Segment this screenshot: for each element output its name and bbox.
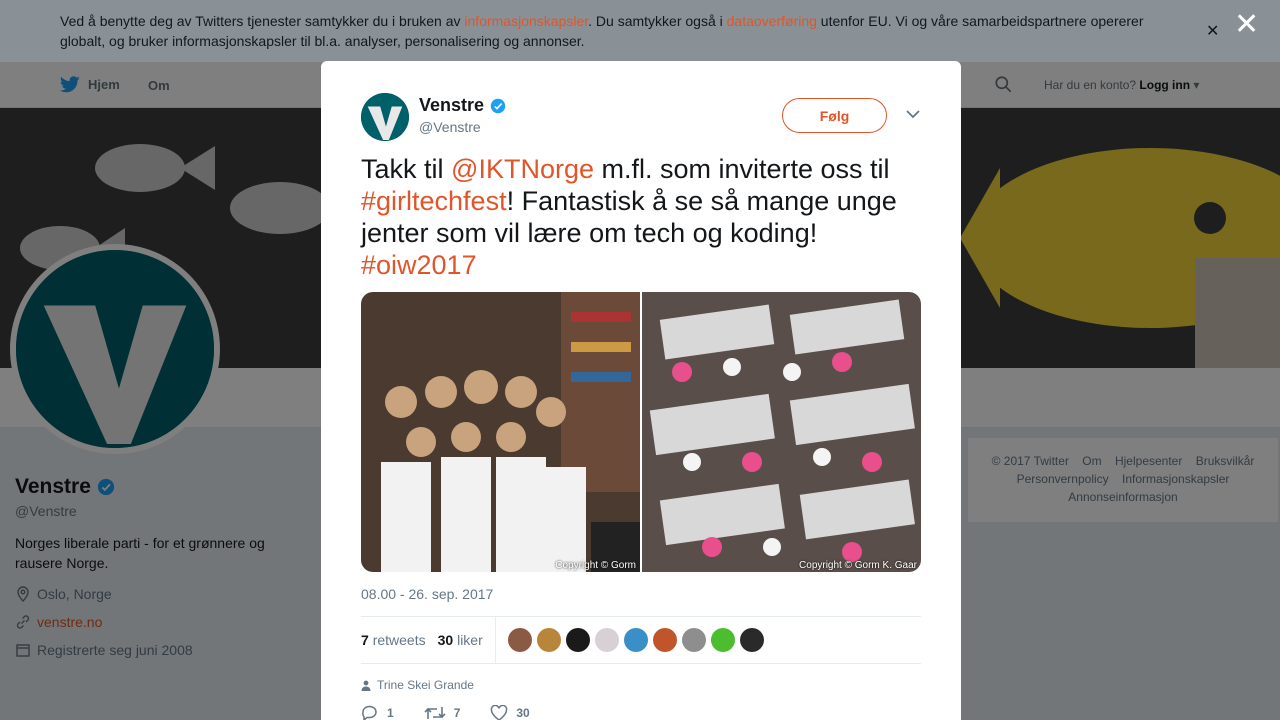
cookie-text-part: . Du samtykker også i (588, 13, 727, 29)
retweet-icon (424, 707, 446, 719)
tweet-author-avatar[interactable] (361, 93, 409, 141)
photo-copyright: Copyright © Gorm (555, 560, 636, 571)
retweet-count-label: retweets (372, 632, 426, 648)
retweet-count-stat[interactable]: 7 retweets (361, 632, 426, 648)
tweet-author-handle: @Venstre (419, 119, 481, 135)
liker-avatar[interactable] (681, 628, 706, 652)
follow-button[interactable]: Følg (782, 98, 887, 133)
cookie-text: Ved å benytte deg av Twitters tjenester … (60, 11, 1160, 51)
classroom-photo-image (642, 292, 921, 572)
cookie-link-cookies[interactable]: informasjonskapsler (464, 13, 588, 29)
tweet-stats: 7 retweets 30 liker (361, 616, 921, 664)
venstre-logo-icon (361, 93, 409, 141)
liker-avatar[interactable] (739, 628, 764, 652)
person-icon (361, 680, 371, 691)
tweet-photo-1[interactable]: Copyright © Gorm (361, 292, 640, 572)
reply-icon (362, 705, 377, 720)
like-action-count: 30 (516, 706, 530, 720)
tweet-text: Takk til @IKTNorge m.fl. som inviterte o… (361, 153, 931, 281)
like-count-stat[interactable]: 30 liker (438, 632, 483, 648)
group-photo-image (361, 292, 640, 572)
retweet-action-count: 7 (453, 706, 461, 720)
liker-avatar[interactable] (652, 628, 677, 652)
hashtag-link[interactable]: #oiw2017 (361, 250, 477, 280)
liker-avatar[interactable] (623, 628, 648, 652)
reply-button[interactable]: 1 (361, 705, 394, 720)
stats-divider (494, 617, 496, 663)
heart-icon (491, 705, 508, 720)
liker-avatar[interactable] (710, 628, 735, 652)
photo-copyright: Copyright © Gorm K. Gaar (799, 560, 917, 571)
like-button[interactable]: 30 (490, 705, 530, 720)
hashtag-link[interactable]: #girltechfest (361, 186, 507, 216)
liker-avatar[interactable] (565, 628, 590, 652)
tweet-author-name-text: Venstre (419, 95, 485, 115)
mention-link[interactable]: @IKTNorge (451, 154, 594, 184)
cookie-consent-bar: Ved å benytte deg av Twitters tjenester … (0, 0, 1280, 62)
like-count: 30 (437, 632, 454, 648)
tweet-media: Copyright © Gorm Copyright © Gorm K. Gaa… (361, 292, 921, 572)
liker-avatar[interactable] (594, 628, 619, 652)
cookie-link-data-transfer[interactable]: dataoverføring (727, 13, 817, 29)
tweet-photo-2[interactable]: Copyright © Gorm K. Gaar (642, 292, 921, 572)
tweet-actions: 1 7 30 (361, 705, 530, 720)
verified-badge-icon (490, 98, 506, 113)
retweet-button[interactable]: 7 (424, 705, 461, 720)
tweet-author-name[interactable]: Venstre (419, 95, 506, 116)
tweet-text-part: m.fl. som inviterte oss til (593, 154, 890, 184)
cookie-text-part: Ved å benytte deg av Twitters tjenester … (60, 13, 465, 29)
liker-avatar[interactable] (507, 628, 532, 652)
likers-avatars (507, 628, 764, 652)
retweet-count: 7 (361, 632, 369, 648)
tweet-text-part: Takk til (361, 154, 452, 184)
cookie-close-icon[interactable]: ✕ (1206, 22, 1219, 42)
modal-close-icon[interactable]: ✕ (1234, 10, 1259, 40)
chevron-down-icon[interactable] (906, 109, 920, 119)
reply-count: 1 (387, 706, 394, 720)
like-count-label: liker (457, 632, 483, 648)
tweet-modal: Venstre @Venstre Følg Takk til @IKTNorge… (321, 61, 961, 720)
tweet-context: Trine Skei Grande (361, 678, 474, 692)
tweet-timestamp[interactable]: 08.00 - 26. sep. 2017 (361, 586, 493, 602)
liker-avatar[interactable] (536, 628, 561, 652)
tweet-context-user[interactable]: Trine Skei Grande (377, 678, 474, 692)
